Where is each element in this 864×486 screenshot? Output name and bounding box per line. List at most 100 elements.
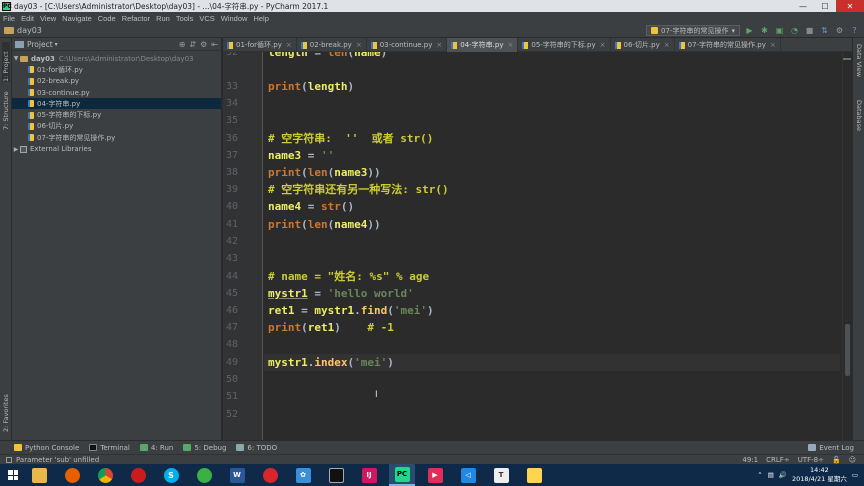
menu-file[interactable]: File [3,14,15,23]
close-tab-icon[interactable]: × [664,41,670,49]
close-tab-icon[interactable]: × [356,41,362,49]
coverage-icon[interactable]: ▣ [774,25,785,36]
taskbar-firefox[interactable] [59,464,85,486]
taskbar-terminal[interactable] [323,464,349,486]
tab-07-string-ops[interactable]: 07-字符串的常见操作.py × [675,38,781,52]
tree-file-label: 01-for循环.py [37,65,83,74]
settings-icon[interactable]: ⚙ [834,25,845,36]
lock-icon[interactable]: 🔓 [832,456,841,464]
tab-01-for[interactable]: 01-for循环.py × [223,38,297,52]
project-view-select[interactable]: Project [27,40,53,49]
favorites-toolwindow-tab[interactable]: 2: Favorites [2,388,10,432]
taskbar-word[interactable]: W [224,464,250,486]
close-tab-icon[interactable]: × [436,41,442,49]
file-encoding[interactable]: UTF-8÷ [798,456,824,464]
tree-root-day03[interactable]: ▼ day03 C:\Users\Administrator\Desktop\d… [12,53,221,64]
taskbar-360[interactable] [191,464,217,486]
tree-file[interactable]: 05-字符串的下标.py [12,109,221,120]
code-area[interactable]: length = len(name) print(length) # 空字符串:… [268,52,840,440]
tree-external-libraries[interactable]: ▶ External Libraries [12,143,221,154]
debug-icon[interactable]: ✱ [759,25,770,36]
minimize-button[interactable]: — [792,0,814,12]
close-button[interactable]: ✕ [836,0,864,12]
network-tray-icon[interactable]: ▤ [768,471,774,479]
code-line: name3 = '' [268,149,335,162]
maximize-button[interactable]: ☐ [814,0,836,12]
gear-icon[interactable]: ⚙ [200,40,207,49]
typora-icon: T [493,467,509,483]
run-icon[interactable]: ▶ [744,25,755,36]
tree-file[interactable]: 03-continue.py [12,87,221,98]
taskbar-recorder[interactable] [257,464,283,486]
tree-file-selected[interactable]: 04-字符串.py [12,98,221,110]
project-toolwindow-tab[interactable]: 1: Project [2,42,10,82]
taskbar-skype[interactable]: S [158,464,184,486]
python-file-icon [651,27,659,34]
tab-05-string-index[interactable]: 05-字符串的下标.py × [518,38,611,52]
line-separator[interactable]: CRLF÷ [766,456,790,464]
close-tab-icon[interactable]: × [770,41,776,49]
editor-scrollbar[interactable] [842,52,852,440]
todo-tab[interactable]: 6: TODO [236,444,277,452]
menu-vcs[interactable]: VCS [199,14,214,23]
taskbar-intellij[interactable]: IJ [356,464,382,486]
profile-icon[interactable]: ◔ [789,25,800,36]
python-console-tab[interactable]: Python Console [14,444,79,452]
close-tab-icon[interactable]: × [600,41,606,49]
taskbar-explorer[interactable] [26,464,52,486]
inspector-icon[interactable]: ☺ [849,456,856,464]
taskbar-weather[interactable] [521,464,547,486]
run-configuration-select[interactable]: 07-字符串的常见操作 ▾ [646,25,740,36]
scrollbar-thumb[interactable] [845,324,850,376]
tab-04-string[interactable]: 04-字符串.py × [447,38,519,52]
menu-edit[interactable]: Edit [21,14,34,23]
close-tab-icon[interactable]: × [508,41,514,49]
help-icon[interactable]: ? [849,25,860,36]
structure-toolwindow-tab[interactable]: 7: Structure [2,90,10,130]
tab-03-continue[interactable]: 03-continue.py × [367,38,448,52]
sync-icon[interactable]: ⊕ [179,40,186,49]
taskbar-opera[interactable] [125,464,151,486]
tray-arrow-icon[interactable]: ⌃ [757,471,762,479]
run-tab[interactable]: 4: Run [139,444,173,452]
data-view-toolwindow-tab[interactable]: Data View [855,44,863,77]
tab-06-slice[interactable]: 06-切片.py × [611,38,675,52]
vcs-icon[interactable]: ⇅ [819,25,830,36]
menu-refactor[interactable]: Refactor [122,14,150,23]
taskbar-pycharm[interactable]: PC [389,464,415,486]
close-tab-icon[interactable]: × [286,41,292,49]
taskbar-vscode[interactable]: ◁ [455,464,481,486]
debug-tab[interactable]: 5: Debug [183,444,226,452]
code-editor[interactable]: 32 33 34 35 36 37 38 39 40 41 42 43 44 4… [223,52,852,440]
tree-file-label: 03-continue.py [37,88,90,97]
terminal-tab[interactable]: Terminal [89,444,130,452]
database-toolwindow-tab[interactable]: Database [855,100,863,131]
breadcrumb[interactable]: day03 [4,26,42,35]
stop-icon[interactable]: ■ [804,25,815,36]
tree-file[interactable]: 02-break.py [12,76,221,87]
taskbar-network[interactable]: ✿ [290,464,316,486]
taskbar-chrome[interactable] [92,464,118,486]
caret-position[interactable]: 49:1 [742,456,758,464]
volume-icon[interactable]: 🔊 [779,471,787,479]
notifications-icon[interactable]: ▭ [852,471,858,479]
taskbar-player[interactable]: ▶ [422,464,448,486]
menu-help[interactable]: Help [253,14,268,23]
menu-run[interactable]: Run [156,14,170,23]
tab-02-break[interactable]: 02-break.py × [297,38,367,52]
menu-tools[interactable]: Tools [176,14,194,23]
taskbar-clock[interactable]: 14:42 2018/4/21 星期六 [792,466,847,484]
menu-view[interactable]: View [40,14,56,23]
tree-file[interactable]: 01-for循环.py [12,64,221,75]
tree-file[interactable]: 07-字符串的常见操作.py [12,132,221,143]
menu-code[interactable]: Code [98,14,116,23]
taskbar-typora[interactable]: T [488,464,514,486]
menu-window[interactable]: Window [221,14,248,23]
hide-icon[interactable]: ⇤ [211,40,218,49]
start-button[interactable] [0,464,26,486]
code-line: length = len(name) [268,52,388,59]
event-log-tab[interactable]: Event Log [808,444,854,452]
menu-navigate[interactable]: Navigate [62,14,92,23]
collapse-icon[interactable]: ⇵ [189,40,196,49]
tree-file[interactable]: 06-切片.py [12,121,221,132]
